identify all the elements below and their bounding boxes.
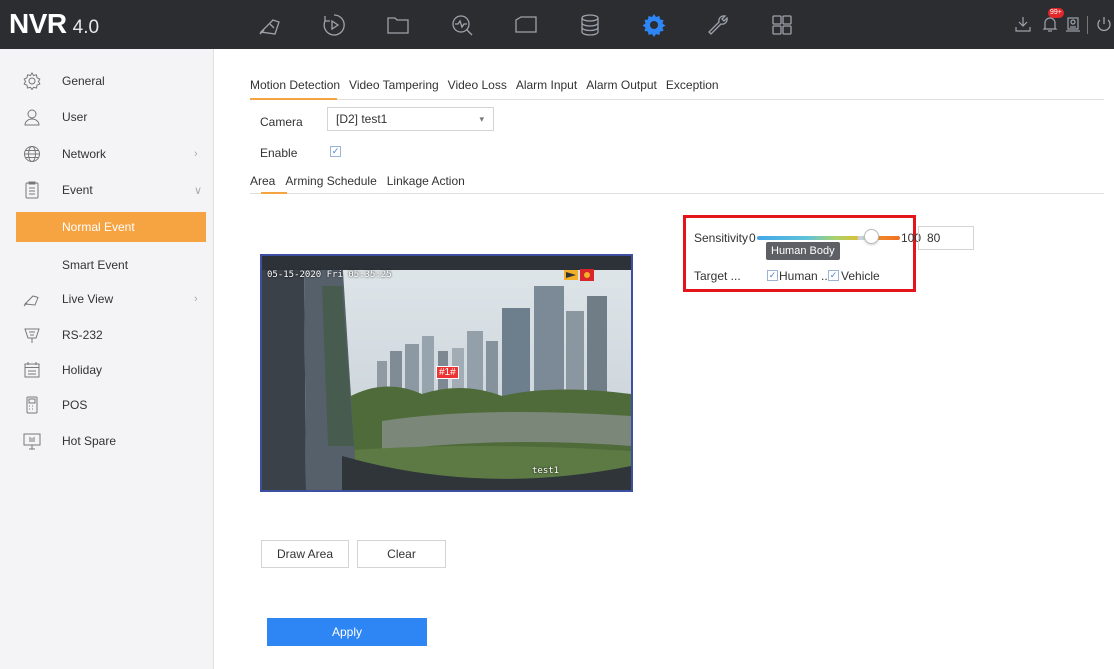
- sidebar-label-network: Network: [62, 147, 107, 161]
- brand-logo: NVR 4.0: [9, 8, 99, 40]
- enable-checkbox[interactable]: ✓: [330, 146, 341, 157]
- tab-video-loss[interactable]: Video Loss: [448, 78, 507, 92]
- sidebar-label-hot-spare: Hot Spare: [62, 434, 117, 448]
- topbar-divider: [1087, 16, 1088, 34]
- sidebar-item-normal-event[interactable]: Normal Event: [16, 212, 206, 242]
- sidebar-label-user: User: [62, 110, 88, 124]
- clear-button[interactable]: Clear: [357, 540, 446, 568]
- sensitivity-label: Sensitivity: [694, 231, 749, 245]
- sidebar-item-user[interactable]: User: [0, 100, 214, 134]
- chevron-right-icon: ›: [194, 293, 198, 305]
- globe-icon: [23, 145, 41, 163]
- brand-name: NVR: [9, 8, 67, 39]
- intelligent-icon[interactable]: [512, 11, 540, 39]
- maintenance-icon[interactable]: [704, 11, 732, 39]
- sidebar-item-event[interactable]: Event ∨: [0, 173, 214, 207]
- subtab-linkage-action[interactable]: Linkage Action: [387, 174, 465, 188]
- sidebar-item-pos[interactable]: POS: [0, 388, 214, 422]
- camera-select-value: [D2] test1: [336, 112, 388, 126]
- pos-terminal-icon: [23, 396, 41, 414]
- tab-alarm-input[interactable]: Alarm Input: [516, 78, 577, 92]
- sidebar-item-smart-event[interactable]: Smart Event: [0, 248, 214, 282]
- detection-subtabs: Area Arming Schedule Linkage Action: [250, 174, 475, 188]
- hot-spare-icon: [23, 432, 41, 450]
- active-tab-indicator: [250, 98, 337, 100]
- event-icon: [23, 181, 41, 199]
- human-label: Human ...: [779, 269, 832, 283]
- chevron-down-icon: ∨: [194, 184, 203, 197]
- human-checkbox[interactable]: ✓: [767, 270, 778, 281]
- sidebar-label-normal-event: Normal Event: [62, 220, 135, 234]
- apply-button[interactable]: Apply: [267, 618, 427, 646]
- user-icon: [23, 108, 41, 126]
- sidebar-item-live-view[interactable]: Live View ›: [0, 282, 214, 316]
- target-label: Target ...: [694, 269, 741, 283]
- sidebar-label-smart-event: Smart Event: [62, 258, 129, 272]
- sensitivity-min-label: 0: [749, 231, 756, 245]
- camera-icon: [23, 290, 41, 308]
- draw-area-button[interactable]: Draw Area: [261, 540, 349, 568]
- subtab-arming-schedule[interactable]: Arming Schedule: [285, 174, 376, 188]
- detection-zone-label: #1#: [436, 366, 459, 379]
- configuration-icon[interactable]: [640, 11, 668, 39]
- sidebar-item-holiday[interactable]: Holiday: [0, 353, 214, 387]
- main-panel: Motion Detection Video Tampering Video L…: [214, 49, 1114, 669]
- osd-timestamp: 05-15-2020 Fri 05:35:25: [267, 270, 392, 280]
- brand-version: 4.0: [72, 17, 100, 38]
- sidebar-label-live-view: Live View: [62, 292, 114, 306]
- sidebar-label-event: Event: [62, 183, 93, 197]
- top-bar: NVR 4.0 99+: [0, 0, 1114, 49]
- system-icon[interactable]: [768, 11, 796, 39]
- live-view-icon[interactable]: [256, 11, 284, 39]
- sidebar: General User Network › Event ∨ Normal Ev…: [0, 49, 214, 669]
- playback-icon[interactable]: [320, 11, 348, 39]
- sidebar-label-general: General: [62, 74, 105, 88]
- enable-label: Enable: [260, 146, 298, 160]
- sidebar-label-pos: POS: [62, 398, 88, 412]
- sidebar-item-rs232[interactable]: RS-232: [0, 318, 214, 352]
- tab-video-tampering[interactable]: Video Tampering: [349, 78, 439, 92]
- vehicle-label: Vehicle: [841, 269, 880, 283]
- sidebar-label-rs232: RS-232: [62, 328, 103, 342]
- tab-exception[interactable]: Exception: [666, 78, 719, 92]
- account-icon[interactable]: [1063, 14, 1083, 34]
- file-icon[interactable]: [384, 11, 412, 39]
- chevron-right-icon: ›: [194, 148, 198, 160]
- tab-alarm-output[interactable]: Alarm Output: [586, 78, 657, 92]
- chevron-down-icon: ▾: [479, 113, 484, 124]
- serial-port-icon: [23, 326, 41, 344]
- camera-select[interactable]: [D2] test1 ▾: [327, 107, 494, 131]
- video-preview[interactable]: 05-15-2020 Fri 05:35:25 #1# test1: [260, 254, 633, 492]
- sensitivity-tooltip: Human Body: [766, 242, 840, 260]
- sidebar-label-holiday: Holiday: [62, 363, 103, 377]
- osd-channel-name: test1: [532, 466, 560, 476]
- active-subtab-indicator: [261, 192, 287, 194]
- gear-icon: [23, 72, 41, 90]
- sidebar-item-general[interactable]: General: [0, 64, 214, 98]
- camera-label: Camera: [260, 115, 303, 129]
- alarm-bell-icon[interactable]: 99+: [1040, 8, 1064, 34]
- subtab-area[interactable]: Area: [250, 174, 275, 188]
- alarm-badge: 99+: [1048, 8, 1064, 18]
- tabs-divider: [250, 99, 1104, 100]
- subtabs-divider: [250, 193, 1104, 194]
- calendar-icon: [23, 361, 41, 379]
- sensitivity-value-input[interactable]: 80: [918, 226, 974, 250]
- smart-analysis-icon[interactable]: [448, 11, 476, 39]
- power-icon[interactable]: [1094, 14, 1114, 34]
- sidebar-item-network[interactable]: Network ›: [0, 137, 214, 171]
- osd-alarm-icon: [564, 268, 596, 282]
- storage-icon[interactable]: [576, 11, 604, 39]
- tab-motion-detection[interactable]: Motion Detection: [250, 78, 340, 92]
- event-tabs: Motion Detection Video Tampering Video L…: [250, 78, 728, 92]
- download-icon[interactable]: [1013, 14, 1033, 34]
- sidebar-item-hot-spare[interactable]: Hot Spare: [0, 424, 214, 458]
- vehicle-checkbox[interactable]: ✓: [828, 270, 839, 281]
